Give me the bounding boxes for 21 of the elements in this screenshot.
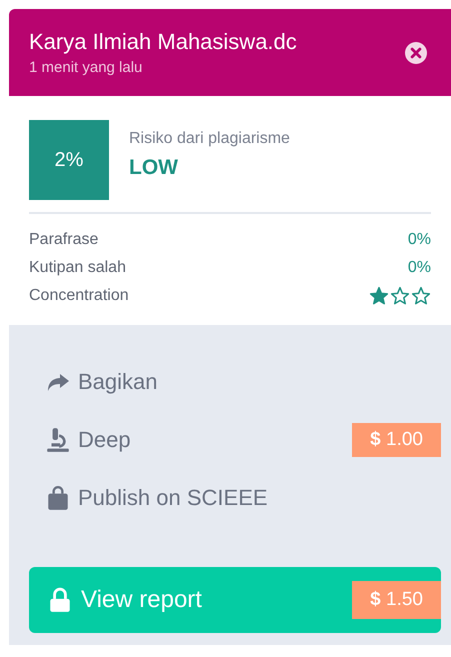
price-tag: $ 1.50 <box>352 581 441 619</box>
view-report-button[interactable]: View report $ 1.50 <box>29 567 441 633</box>
metric-value: 0% <box>408 259 431 277</box>
star-icon <box>411 286 431 306</box>
action-link[interactable]: Publish on SCIEEE <box>29 485 268 511</box>
risk-level: LOW <box>129 156 179 180</box>
price-tag: $ 1.00 <box>352 423 441 457</box>
metric-label: Kutipan salah <box>29 259 126 277</box>
action-link[interactable]: Deep <box>29 427 131 453</box>
close-icon[interactable] <box>405 42 427 64</box>
star-icon <box>369 286 389 306</box>
action-link[interactable]: Bagikan <box>29 369 158 395</box>
microscope-icon <box>44 427 72 453</box>
document-title: Karya Ilmiah Mahasiswa.dc <box>29 29 297 55</box>
metric-label: Parafrase <box>29 231 98 249</box>
metric-label: Concentration <box>29 287 129 305</box>
star-icon <box>390 286 410 306</box>
percent-tile: 2% <box>29 120 109 200</box>
timestamp: 1 menit yang lalu <box>29 59 144 76</box>
metric-value: 0% <box>408 231 431 249</box>
risk-label: Risiko dari plagiarisme <box>129 130 290 148</box>
